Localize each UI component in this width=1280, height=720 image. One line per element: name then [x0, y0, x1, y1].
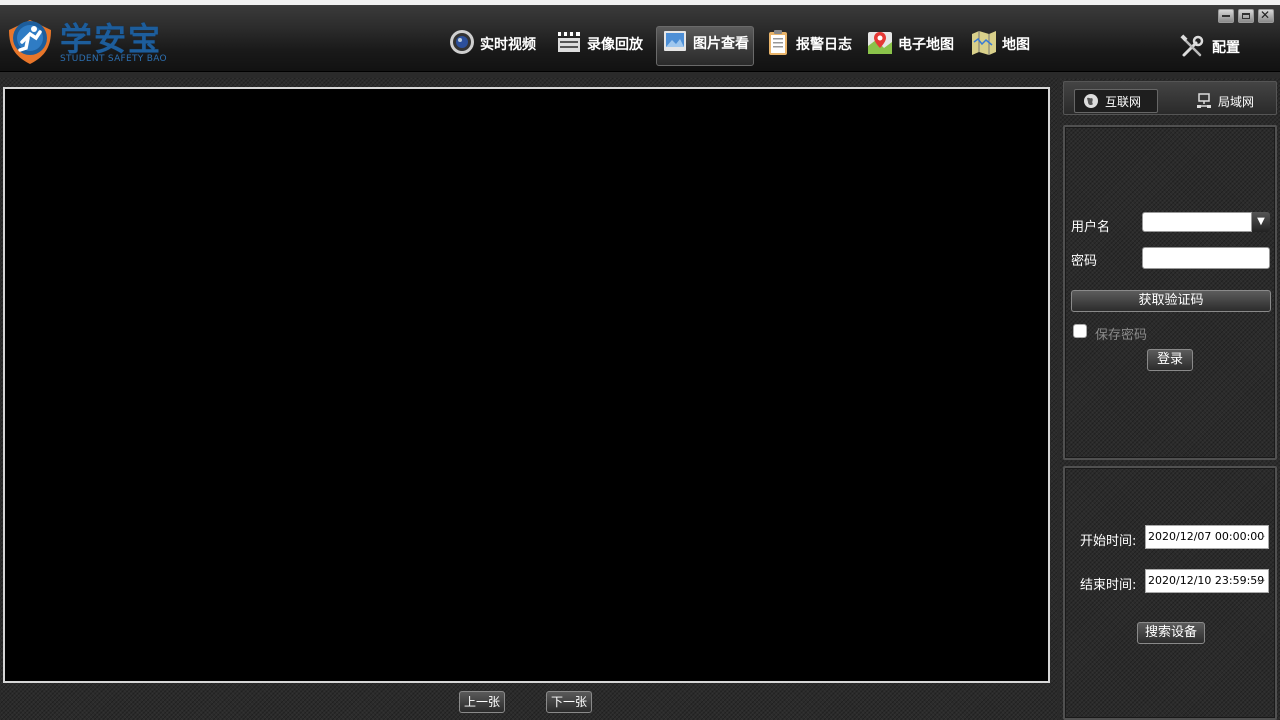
close-icon: ✕ — [1260, 8, 1271, 22]
username-dropdown-button[interactable]: ▼ — [1252, 212, 1270, 232]
save-password-label: 保存密码 — [1095, 328, 1148, 343]
start-time-label: 开始时间: — [1080, 534, 1137, 549]
nav-label: 电子地图 — [898, 37, 954, 53]
chevron-down-icon: ⌵ — [1256, 530, 1265, 543]
chevron-down-icon: ⌵ — [1256, 574, 1265, 587]
get-verification-code-button[interactable]: 获取验证码 — [1071, 290, 1271, 312]
nav-label: 图片查看 — [693, 36, 749, 52]
end-time-label: 结束时间: — [1080, 578, 1137, 593]
shield-logo-icon — [9, 20, 51, 64]
image-icon — [664, 31, 686, 51]
end-time-picker[interactable]: 2020/12/10 23:59:59 ⌵ — [1145, 569, 1269, 593]
start-time-picker[interactable]: 2020/12/07 00:00:00 ⌵ — [1145, 525, 1269, 549]
nav-label: 录像回放 — [587, 37, 643, 53]
tab-label: 局域网 — [1218, 94, 1255, 109]
globe-icon — [1084, 94, 1098, 108]
password-input[interactable] — [1142, 247, 1270, 269]
username-label: 用户名 — [1071, 220, 1111, 235]
search-devices-button[interactable]: 搜索设备 — [1137, 622, 1205, 644]
tab-lan[interactable]: 局域网 — [1188, 89, 1268, 113]
next-image-button[interactable]: 下一张 — [546, 691, 592, 713]
maximize-button[interactable] — [1238, 9, 1254, 23]
search-panel: 开始时间: 2020/12/07 00:00:00 ⌵ 结束时间: 2020/1… — [1063, 466, 1277, 720]
save-password-checkbox[interactable] — [1073, 324, 1087, 338]
nav-electronic-map[interactable]: 电子地图 — [866, 28, 954, 68]
login-button[interactable]: 登录 — [1147, 349, 1193, 371]
nav-label: 报警日志 — [796, 37, 852, 53]
start-time-value: 2020/12/07 00:00:00 — [1148, 530, 1265, 543]
camera-icon — [450, 30, 474, 54]
end-time-value: 2020/12/10 23:59:59 — [1148, 574, 1265, 587]
config-button[interactable]: 配置 — [1178, 33, 1240, 61]
top-toolbar: 学安宝 STUDENT SAFETY BAO 实时视频 录像回放 图片查看 报警… — [0, 0, 1280, 72]
nav-live-video[interactable]: 实时视频 — [448, 28, 536, 68]
maximize-icon — [1242, 13, 1250, 19]
clapperboard-icon — [558, 32, 580, 52]
right-panel: 互联网 局域网 用户名 ▼ 密码 获取验证码 保存密码 登录 开始时间: 202… — [1060, 78, 1280, 720]
nav-playback[interactable]: 录像回放 — [555, 28, 643, 68]
network-tab-bar: 互联网 局域网 — [1063, 81, 1277, 115]
nav-label: 地图 — [1002, 37, 1030, 53]
image-viewer-panel — [0, 78, 1058, 720]
folded-map-icon — [972, 31, 996, 55]
map-pin-icon — [868, 32, 892, 54]
login-panel: 用户名 ▼ 密码 获取验证码 保存密码 登录 — [1063, 125, 1277, 460]
config-label: 配置 — [1212, 40, 1240, 56]
image-display-area — [3, 87, 1050, 683]
nav-alarm-log[interactable]: 报警日志 — [764, 28, 852, 68]
clipboard-icon — [769, 30, 787, 55]
tools-icon — [1180, 34, 1204, 57]
nav-map[interactable]: 地图 — [970, 28, 1030, 68]
chevron-down-icon: ▼ — [1257, 216, 1265, 227]
username-input[interactable] — [1142, 212, 1252, 232]
nav-image-viewer[interactable]: 图片查看 — [656, 26, 754, 66]
prev-image-button[interactable]: 上一张 — [459, 691, 505, 713]
tab-internet[interactable]: 互联网 — [1074, 89, 1158, 113]
minimize-button[interactable] — [1218, 9, 1234, 23]
tab-label: 互联网 — [1105, 94, 1142, 109]
close-button[interactable]: ✕ — [1258, 8, 1274, 23]
brand-subtitle: STUDENT SAFETY BAO — [60, 54, 167, 64]
network-icon — [1197, 93, 1211, 108]
nav-label: 实时视频 — [480, 37, 536, 53]
app-logo: 学安宝 STUDENT SAFETY BAO — [4, 14, 174, 68]
window-top-border — [0, 0, 1280, 5]
minimize-icon — [1222, 15, 1230, 17]
password-label: 密码 — [1071, 254, 1098, 269]
